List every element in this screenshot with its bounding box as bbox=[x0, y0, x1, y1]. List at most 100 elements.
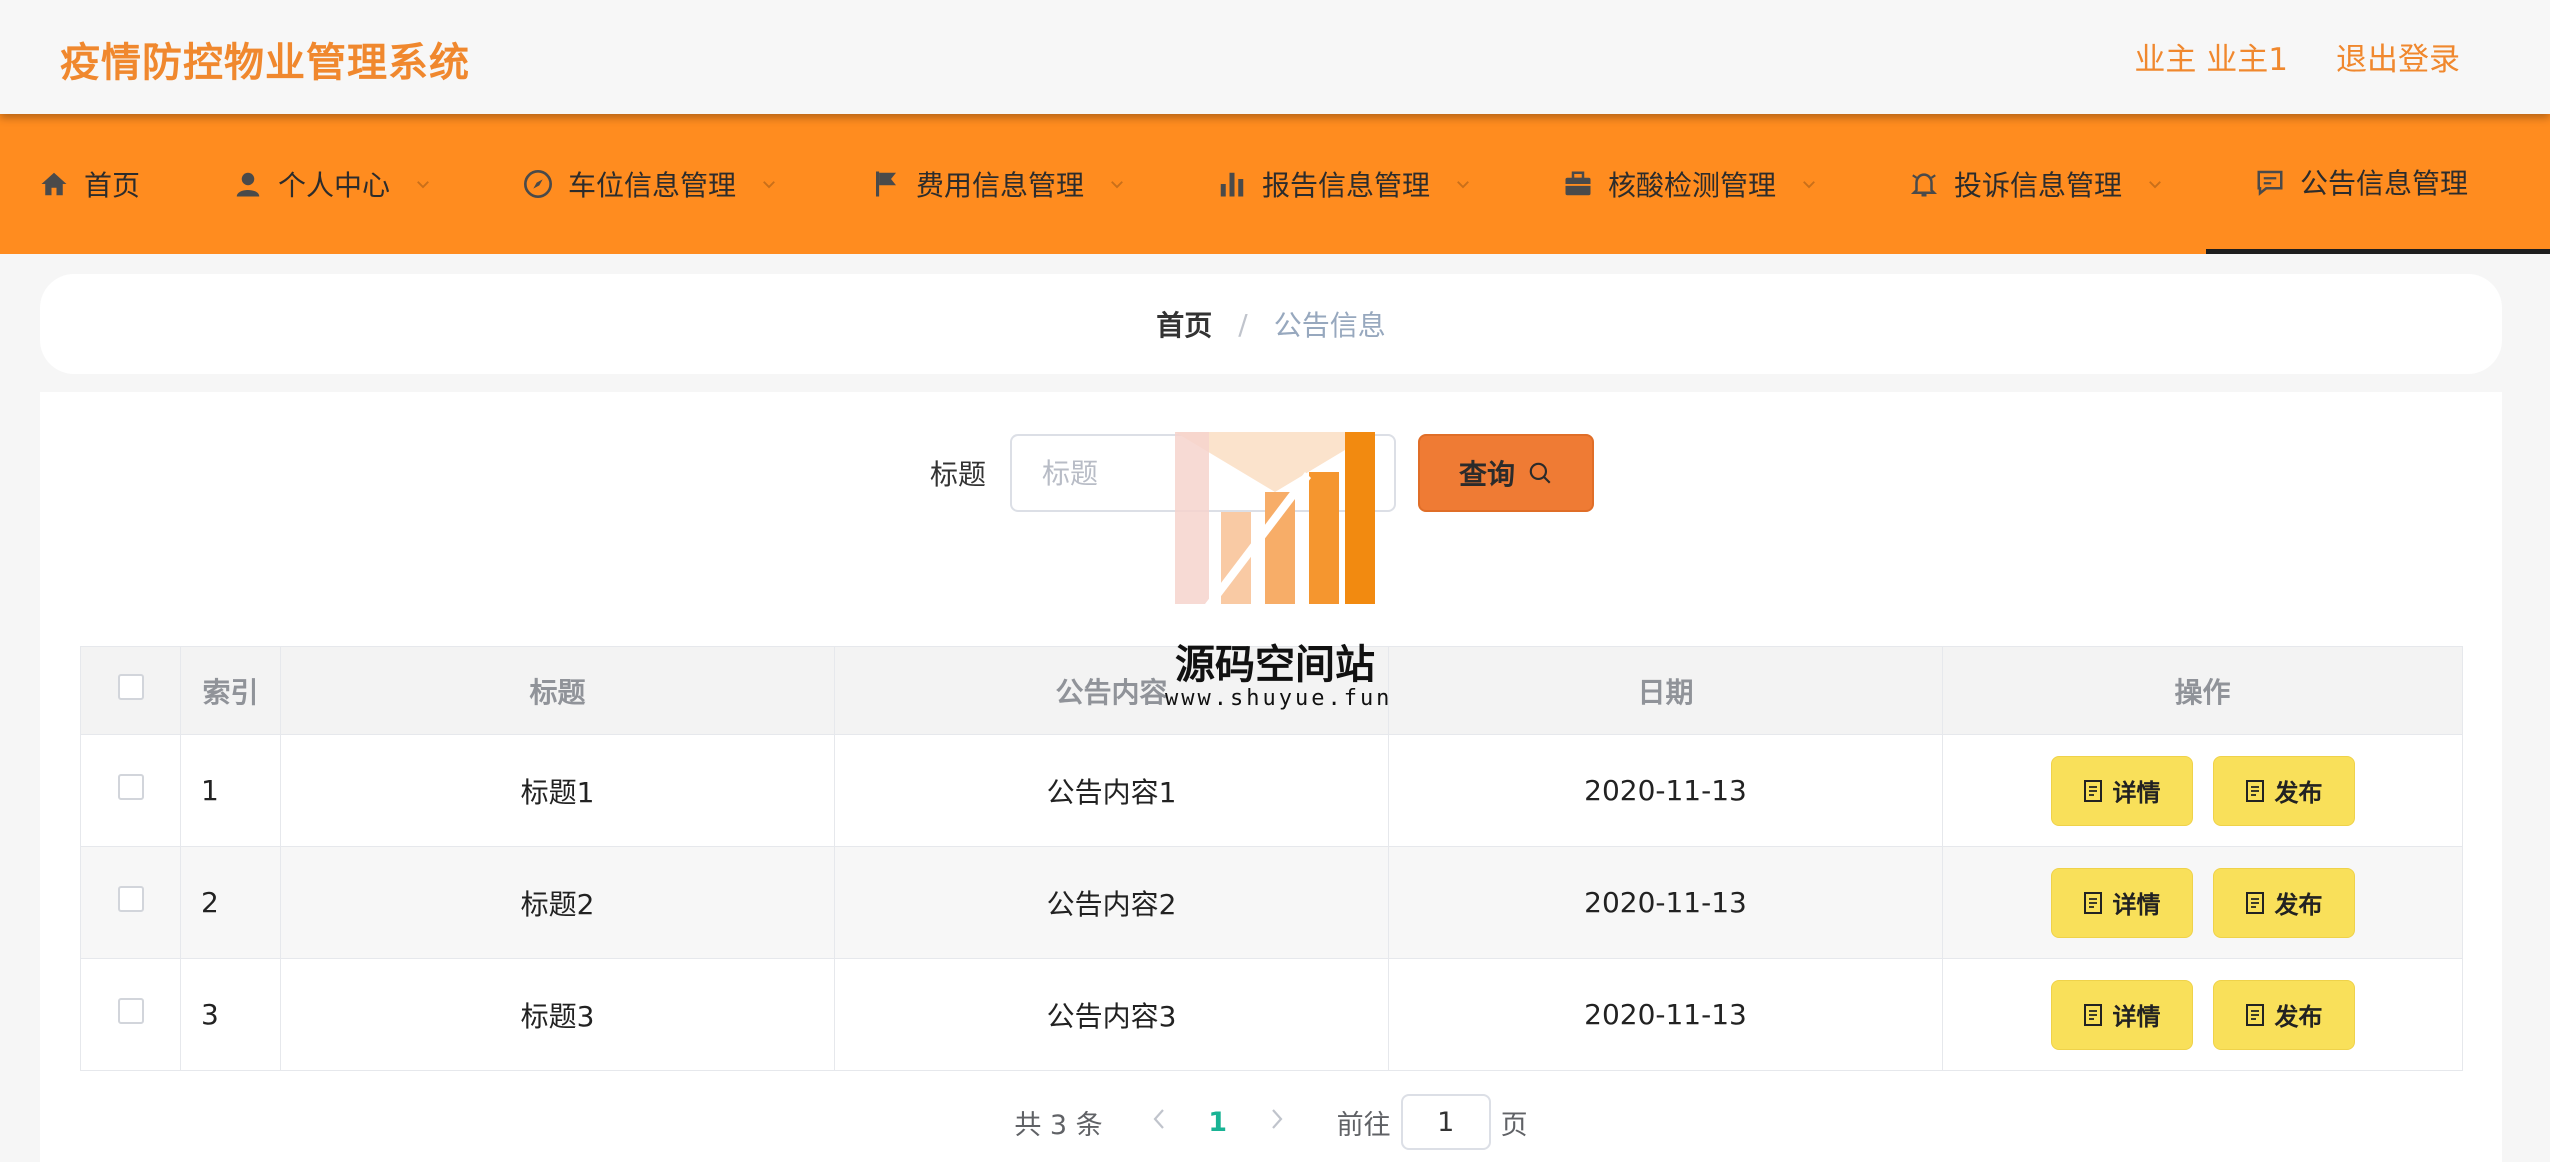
publish-button-label: 发布 bbox=[2274, 891, 2323, 919]
nav-item-reports[interactable]: 报告信息管理 bbox=[1216, 114, 1472, 254]
nav-item-label: 费用信息管理 bbox=[916, 169, 1085, 202]
cell-date: 2020-11-13 bbox=[1388, 734, 1943, 847]
bell-icon bbox=[1908, 168, 1940, 200]
cell-actions: 详情 发布 bbox=[1942, 958, 2463, 1071]
system-title: 疫情防控物业管理系统 bbox=[60, 40, 470, 86]
cell-title: 标题3 bbox=[280, 958, 835, 1071]
prev-page-button[interactable] bbox=[1139, 1107, 1179, 1138]
nav-item-announcements[interactable]: 公告信息管理 bbox=[2206, 114, 2550, 254]
nav-item-fees[interactable]: 费用信息管理 bbox=[870, 114, 1126, 254]
pagination: 共 3 条 1 前往 页 bbox=[40, 1094, 2502, 1150]
breadcrumb-home[interactable]: 首页 bbox=[1156, 304, 1212, 344]
cell-index: 1 bbox=[180, 734, 281, 847]
cell-content: 公告内容2 bbox=[834, 846, 1389, 959]
chevron-down-icon bbox=[2149, 181, 2161, 189]
bar-chart-icon bbox=[1216, 168, 1248, 200]
select-all-checkbox[interactable] bbox=[117, 674, 144, 700]
document-icon bbox=[2245, 1003, 2264, 1026]
nav-item-parking[interactable]: 车位信息管理 bbox=[522, 114, 778, 254]
page-unit-label: 页 bbox=[1500, 1109, 1528, 1141]
publish-button-label: 发布 bbox=[2274, 1003, 2323, 1031]
column-header-index: 索引 bbox=[180, 646, 281, 735]
chevron-left-icon bbox=[1153, 1108, 1164, 1129]
chevron-right-icon bbox=[1271, 1108, 1283, 1129]
cell-actions: 详情 发布 bbox=[1942, 734, 2463, 847]
table-row: 2 标题2 公告内容2 2020-11-13 详情 发布 bbox=[80, 846, 2463, 959]
document-icon bbox=[2245, 891, 2264, 914]
publish-button[interactable]: 发布 bbox=[2212, 755, 2355, 826]
detail-button[interactable]: 详情 bbox=[2050, 755, 2193, 826]
home-icon bbox=[38, 168, 70, 200]
row-checkbox[interactable] bbox=[117, 774, 144, 800]
title-search-input[interactable] bbox=[1010, 434, 1396, 512]
cell-content: 公告内容3 bbox=[834, 958, 1389, 1071]
announcement-table: 索引 标题 公告内容 日期 操作 1 标题1 公告内容1 2020-11-13 … bbox=[80, 646, 2463, 1071]
nav-item-nucleic-test[interactable]: 核酸检测管理 bbox=[1562, 114, 1818, 254]
logout-link[interactable]: 退出登录 bbox=[2336, 34, 2460, 79]
nav-item-label: 公告信息管理 bbox=[2300, 166, 2469, 200]
briefcase-icon bbox=[1562, 168, 1594, 200]
table-row: 1 标题1 公告内容1 2020-11-13 详情 发布 bbox=[80, 734, 2463, 847]
breadcrumb-current: 公告信息 bbox=[1273, 309, 1386, 342]
document-icon bbox=[2083, 891, 2102, 914]
goto-page-input[interactable] bbox=[1400, 1094, 1491, 1150]
breadcrumb-separator: / bbox=[1238, 307, 1248, 341]
search-label: 标题 bbox=[929, 458, 986, 491]
chevron-down-icon bbox=[417, 181, 429, 189]
chevron-down-icon bbox=[763, 181, 775, 189]
table-row: 3 标题3 公告内容3 2020-11-13 详情 发布 bbox=[80, 958, 2463, 1071]
select-all-cell bbox=[80, 646, 181, 735]
row-checkbox[interactable] bbox=[117, 998, 144, 1024]
cell-index: 2 bbox=[180, 846, 281, 959]
table-header-row: 索引 标题 公告内容 日期 操作 bbox=[80, 646, 2463, 735]
nav-item-complaints[interactable]: 投诉信息管理 bbox=[1908, 114, 2164, 254]
nav-item-label: 投诉信息管理 bbox=[1954, 169, 2123, 202]
document-icon bbox=[2083, 779, 2102, 802]
chevron-down-icon bbox=[1457, 181, 1469, 189]
search-button-label: 查询 bbox=[1458, 458, 1515, 491]
publish-button-label: 发布 bbox=[2274, 779, 2323, 807]
cell-actions: 详情 发布 bbox=[1942, 846, 2463, 959]
nav-item-label: 核酸检测管理 bbox=[1608, 169, 1777, 202]
top-header: 疫情防控物业管理系统 业主 业主1 退出登录 bbox=[0, 0, 2550, 114]
cell-date: 2020-11-13 bbox=[1388, 958, 1943, 1071]
nav-item-home[interactable]: 首页 bbox=[38, 114, 140, 254]
flag-icon bbox=[870, 168, 902, 200]
column-header-date: 日期 bbox=[1388, 646, 1943, 735]
cell-title: 标题2 bbox=[280, 846, 835, 959]
nav-item-personal-center[interactable]: 个人中心 bbox=[232, 114, 432, 254]
next-page-button[interactable] bbox=[1257, 1107, 1297, 1138]
search-icon bbox=[1529, 462, 1551, 484]
publish-button[interactable]: 发布 bbox=[2212, 867, 2355, 938]
search-button[interactable]: 查询 bbox=[1418, 434, 1594, 512]
goto-label: 前往 bbox=[1336, 1109, 1391, 1141]
pagination-total: 共 3 条 bbox=[1014, 1109, 1103, 1141]
publish-button[interactable]: 发布 bbox=[2212, 979, 2355, 1050]
column-header-content: 公告内容 bbox=[834, 646, 1389, 735]
row-checkbox[interactable] bbox=[117, 886, 144, 912]
page-number-current[interactable]: 1 bbox=[1179, 1107, 1257, 1138]
detail-button[interactable]: 详情 bbox=[2050, 867, 2193, 938]
document-icon bbox=[2083, 1003, 2102, 1026]
detail-button-label: 详情 bbox=[2112, 891, 2161, 919]
chevron-down-icon bbox=[1803, 181, 1815, 189]
nav-item-label: 报告信息管理 bbox=[1262, 169, 1431, 202]
user-icon bbox=[232, 168, 264, 200]
column-header-title: 标题 bbox=[280, 646, 835, 735]
detail-button-label: 详情 bbox=[2112, 1003, 2161, 1031]
column-header-actions: 操作 bbox=[1942, 646, 2463, 735]
detail-button[interactable]: 详情 bbox=[2050, 979, 2193, 1050]
cell-title: 标题1 bbox=[280, 734, 835, 847]
message-icon bbox=[2254, 166, 2286, 198]
user-area: 业主 业主1 退出登录 bbox=[2134, 34, 2460, 79]
current-user-label: 业主 业主1 bbox=[2134, 42, 2288, 78]
content-panel: 标题 查询 索引 标题 公告内容 日期 操作 1 标题1 bbox=[40, 392, 2502, 1162]
chevron-down-icon bbox=[1111, 181, 1123, 189]
detail-button-label: 详情 bbox=[2112, 779, 2161, 807]
document-icon bbox=[2245, 779, 2264, 802]
compass-icon bbox=[522, 168, 554, 200]
search-form: 标题 查询 bbox=[40, 434, 2502, 512]
main-nav: 首页 个人中心 车位信息管理 费用信息管理 报告信息管理 核酸检测管理 投诉信息… bbox=[0, 114, 2550, 254]
nav-item-label: 个人中心 bbox=[278, 169, 391, 202]
cell-index: 3 bbox=[180, 958, 281, 1071]
